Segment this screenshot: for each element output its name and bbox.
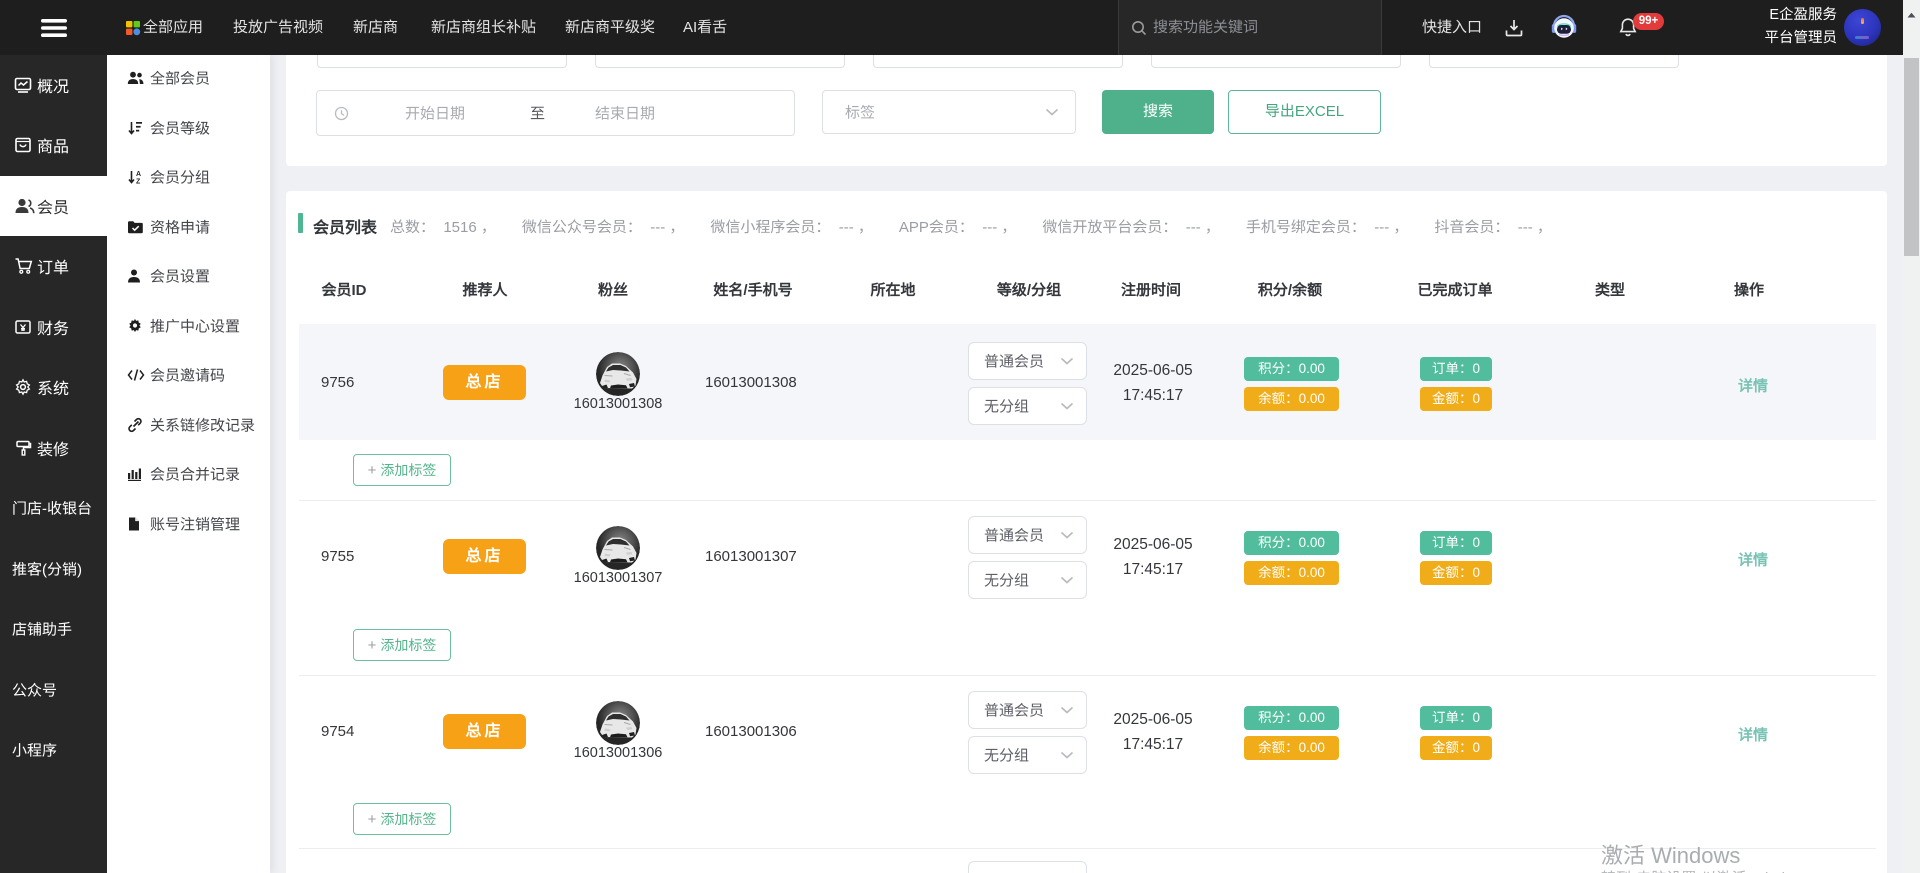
svg-text:Z: Z: [136, 179, 141, 185]
svg-text:A: A: [136, 171, 141, 178]
